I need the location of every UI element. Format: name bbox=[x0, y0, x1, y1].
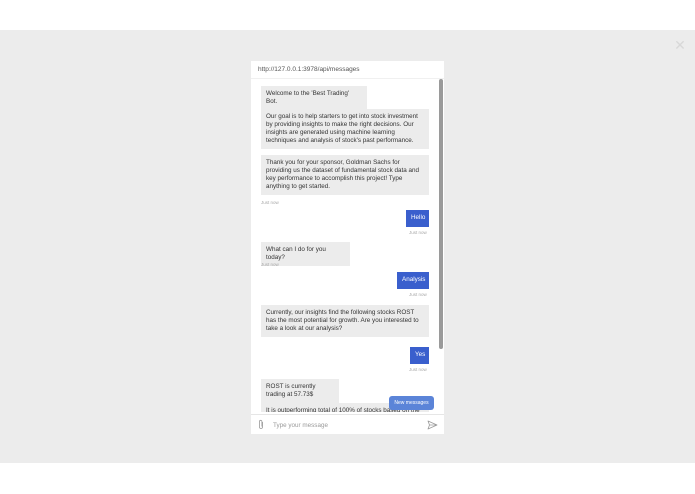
timestamp: Just now bbox=[409, 367, 427, 372]
send-icon[interactable] bbox=[427, 420, 438, 430]
message-composer bbox=[251, 414, 444, 434]
timestamp: Just now bbox=[261, 200, 279, 205]
message-user: Hello bbox=[406, 210, 429, 227]
timestamp: Just now bbox=[261, 262, 279, 267]
scrollbar[interactable] bbox=[439, 79, 443, 349]
close-icon[interactable]: ✕ bbox=[673, 38, 687, 52]
message-bot: Welcome to the 'Best Trading' Bot. bbox=[261, 86, 367, 110]
webchat-window: http://127.0.0.1:3978/api/messages Welco… bbox=[251, 61, 444, 434]
message-input[interactable] bbox=[273, 419, 423, 431]
message-bot: Thank you for your sponsor, Goldman Sach… bbox=[261, 155, 429, 195]
message-history[interactable]: Welcome to the 'Best Trading' Bot. Our g… bbox=[251, 79, 444, 412]
endpoint-url: http://127.0.0.1:3978/api/messages bbox=[251, 61, 444, 79]
message-user: Yes bbox=[410, 347, 429, 364]
message-bot: ROST is currently trading at 57.73$ bbox=[261, 379, 339, 403]
paperclip-icon[interactable] bbox=[257, 419, 265, 430]
timestamp: Just now bbox=[409, 230, 427, 235]
message-bot: Our goal is to help starters to get into… bbox=[261, 109, 429, 149]
message-user: Analysis bbox=[397, 272, 429, 289]
new-messages-button[interactable]: New messages bbox=[389, 396, 434, 410]
timestamp: Just now bbox=[409, 292, 427, 297]
message-bot: Currently, our insights find the followi… bbox=[261, 305, 429, 337]
